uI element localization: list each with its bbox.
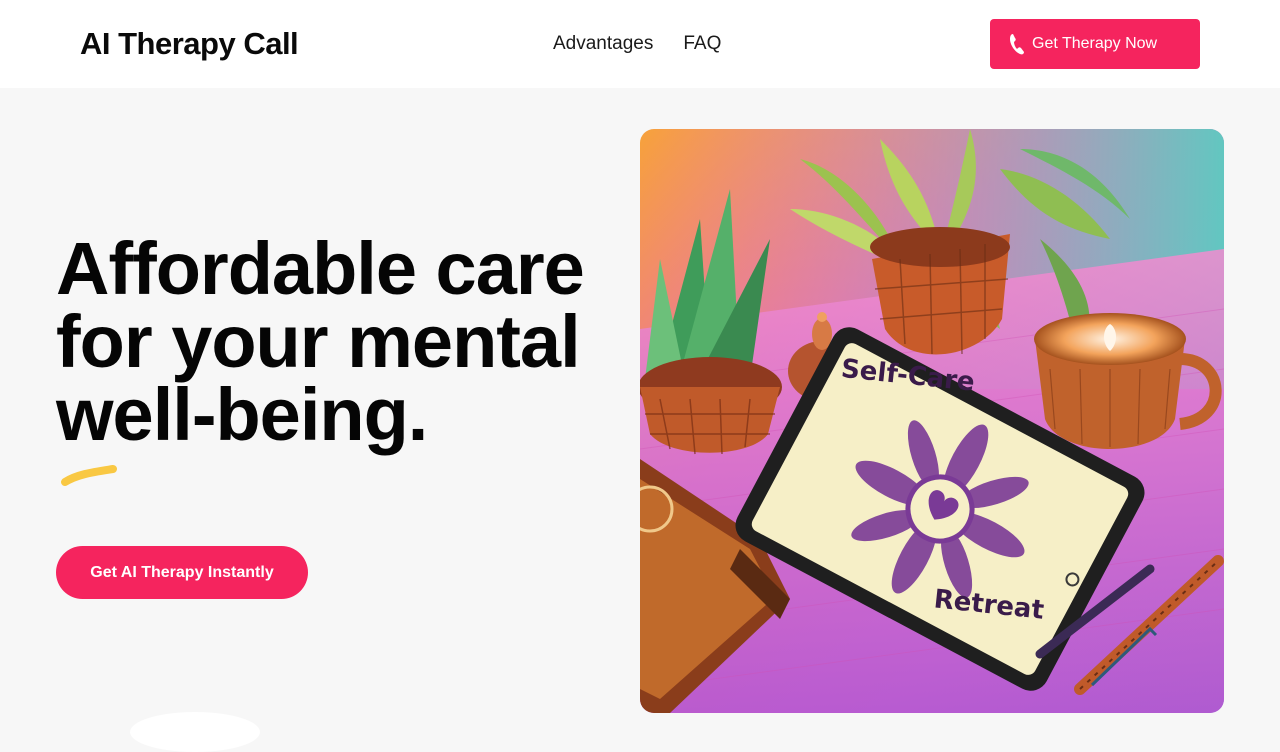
decorative-blob	[130, 712, 260, 752]
decorative-squiggle	[61, 465, 117, 486]
main-nav: Advantages FAQ	[553, 33, 721, 55]
headline-line-2: for your mental	[56, 300, 581, 383]
nav-link-advantages[interactable]: Advantages	[553, 33, 653, 55]
headline-line-3: well-being.	[56, 373, 428, 456]
hero-headline: Affordable care for your mental well-bei…	[56, 227, 585, 456]
get-ai-therapy-button[interactable]: Get AI Therapy Instantly	[56, 546, 308, 599]
nav-link-faq[interactable]: FAQ	[683, 33, 721, 55]
brand-logo[interactable]: AI Therapy Call	[80, 26, 299, 62]
site-header: AI Therapy Call Advantages FAQ Get Thera…	[0, 0, 1280, 88]
get-therapy-now-label: Get Therapy Now	[1032, 35, 1158, 52]
get-therapy-now-button[interactable]: Get Therapy Now	[990, 19, 1200, 69]
hero-illustration: Self-Care Retreat	[640, 129, 1224, 713]
phone-icon	[1010, 34, 1024, 55]
headline-line-1: Affordable care	[56, 227, 585, 310]
